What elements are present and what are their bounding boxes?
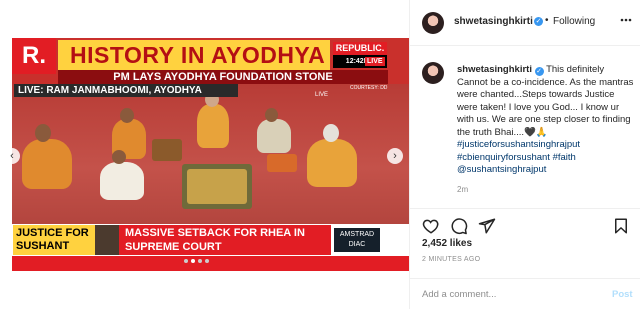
sponsor-logo: AMSTRAD DIAC (334, 228, 380, 252)
scene-live-label: LIVE (315, 92, 329, 98)
post-comment-button[interactable]: Post (612, 289, 633, 300)
post-header: shwetasinghkirti ✓ • Following (410, 0, 640, 46)
posted-time: 2 MINUTES AGO (422, 256, 481, 263)
channel-logo: R. (12, 38, 56, 74)
carousel-dot-active (191, 259, 195, 263)
comment-icon[interactable] (450, 217, 468, 235)
post-sidebar: shwetasinghkirti ✓ • Following shwetasin… (409, 0, 640, 309)
person-photo (95, 225, 119, 255)
carousel-dots (184, 259, 209, 263)
following-button[interactable]: Following (553, 16, 595, 27)
likes-count[interactable]: 2,452 likes (422, 238, 472, 249)
carousel-dot (184, 259, 188, 263)
news-subhead: PM LAYS AYODHYA FOUNDATION STONE (58, 70, 388, 84)
news-headline: HISTORY IN AYODHYA (58, 40, 330, 70)
lower-third-main: MASSIVE SETBACK FOR RHEA IN SUPREME COUR… (119, 225, 331, 255)
carousel-prev-button[interactable]: ‹ (4, 148, 20, 164)
caption-avatar[interactable] (422, 62, 444, 84)
heart-icon[interactable] (422, 217, 440, 235)
verified-badge-icon: ✓ (534, 67, 544, 76)
caption-username[interactable]: shwetasinghkirti (457, 64, 532, 75)
verified-badge-icon: ✓ (534, 17, 543, 26)
ceremony-scene (12, 84, 409, 224)
carousel-dot (198, 259, 202, 263)
carousel-dot (205, 259, 209, 263)
header-username[interactable]: shwetasinghkirti (454, 16, 533, 27)
share-icon[interactable] (478, 217, 496, 235)
courtesy-text: COURTESY: DD (350, 85, 388, 91)
header-separator: • (545, 15, 549, 26)
bookmark-icon[interactable] (612, 217, 630, 235)
brand-name: REPUBLIC. (335, 43, 385, 53)
comment-input[interactable]: Add a comment... (422, 289, 496, 300)
avatar[interactable] (422, 12, 444, 34)
carousel-next-button[interactable]: › (387, 148, 403, 164)
more-options-icon[interactable] (620, 18, 632, 22)
news-ticker (12, 256, 409, 271)
instagram-post: R. HISTORY IN AYODHYA REPUBLIC. 12:42PM … (0, 0, 640, 309)
lower-third-left: JUSTICE FOR SUSHANT (13, 225, 97, 255)
post-media[interactable]: R. HISTORY IN AYODHYA REPUBLIC. 12:42PM … (0, 0, 409, 309)
caption-time: 2m (457, 185, 469, 194)
caption: shwetasinghkirti ✓ This definitely Canno… (457, 64, 637, 177)
comment-bar: Add a comment... Post (410, 278, 640, 309)
live-location-bar: LIVE: RAM JANMABHOOMI, AYODHYA (14, 84, 238, 97)
caption-tags[interactable]: #justiceforsushantsinghrajput #cbienquir… (457, 139, 580, 175)
live-badge: LIVE (365, 57, 385, 66)
caption-text: This definitely Cannot be a co-incidence… (457, 64, 634, 138)
